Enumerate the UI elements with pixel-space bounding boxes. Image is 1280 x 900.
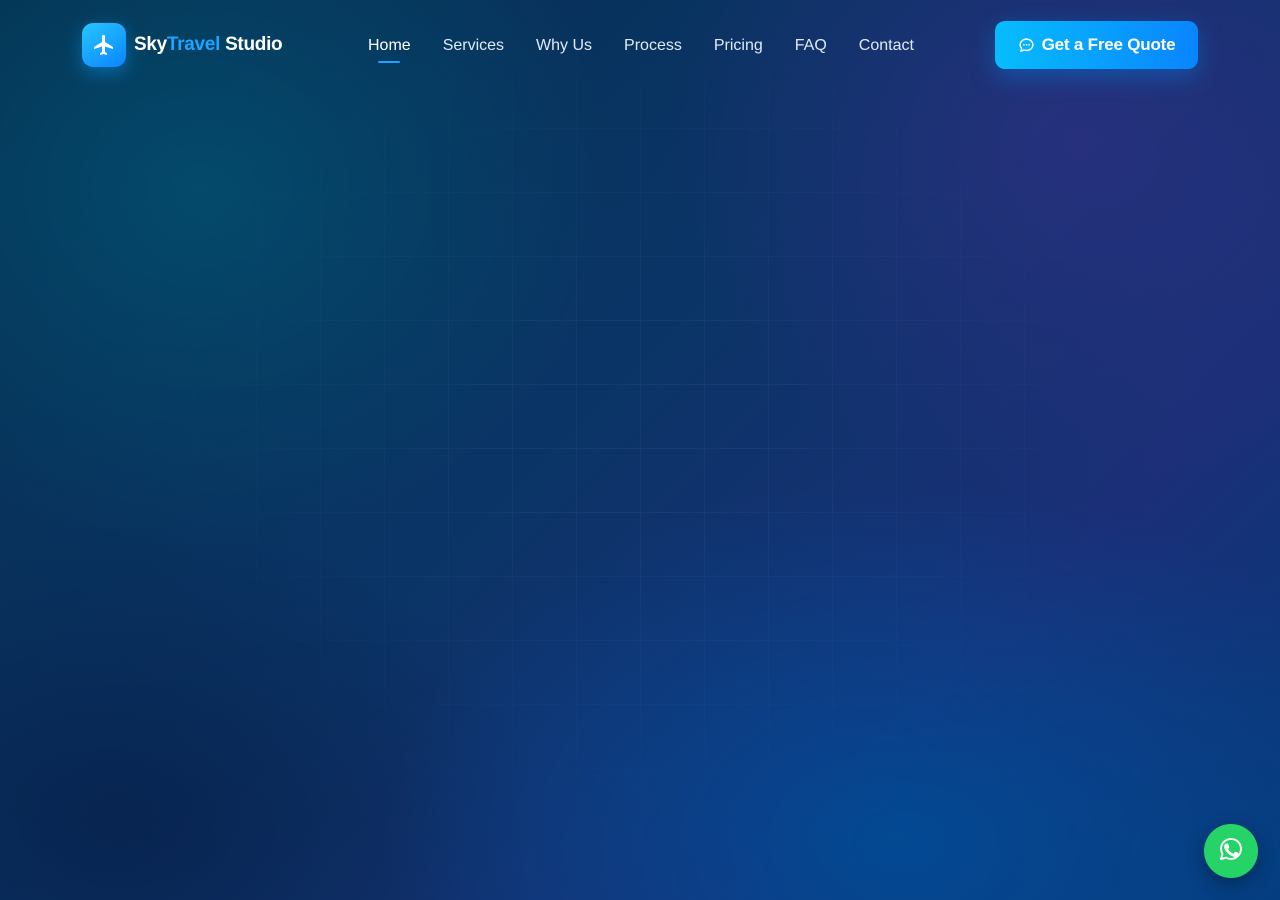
nav-item-label: FAQ <box>794 37 827 54</box>
nav-item-contact[interactable]: Contact <box>843 30 930 62</box>
nav-item-process[interactable]: Process <box>608 30 698 62</box>
cta-label: Get a Free Quote <box>1041 35 1176 54</box>
brand-name-travel: Travel <box>166 34 221 55</box>
brand-name-sky: Sky <box>134 34 167 55</box>
site-header: Sky Travel Studio Home Services Why Us P… <box>0 0 1280 90</box>
nav-item-pricing[interactable]: Pricing <box>698 30 779 62</box>
nav-item-home[interactable]: Home <box>352 30 427 63</box>
nav-item-label: Services <box>442 37 505 54</box>
brand-logo[interactable]: Sky Travel Studio <box>82 23 283 67</box>
nav-item-faq[interactable]: FAQ <box>779 30 843 62</box>
nav-item-services[interactable]: Services <box>427 30 520 62</box>
plane-icon <box>82 23 126 67</box>
nav-item-label: Process <box>624 37 682 54</box>
chat-bubble-icon <box>1018 37 1035 54</box>
nav-item-label: Pricing <box>713 37 763 54</box>
active-indicator <box>378 61 401 63</box>
main-nav: Home Services Why Us Process Pricing FAQ… <box>352 30 930 63</box>
brand-name: Sky Travel Studio <box>134 34 283 56</box>
nav-item-why-us[interactable]: Why Us <box>520 30 608 62</box>
whatsapp-icon <box>1217 835 1245 868</box>
nav-item-label: Home <box>368 37 411 54</box>
brand-name-studio: Studio <box>225 34 283 55</box>
nav-item-label: Why Us <box>536 37 593 54</box>
background-grid <box>0 0 1280 900</box>
get-free-quote-button[interactable]: Get a Free Quote <box>995 21 1198 69</box>
nav-item-label: Contact <box>858 37 914 54</box>
whatsapp-button[interactable] <box>1204 824 1258 878</box>
